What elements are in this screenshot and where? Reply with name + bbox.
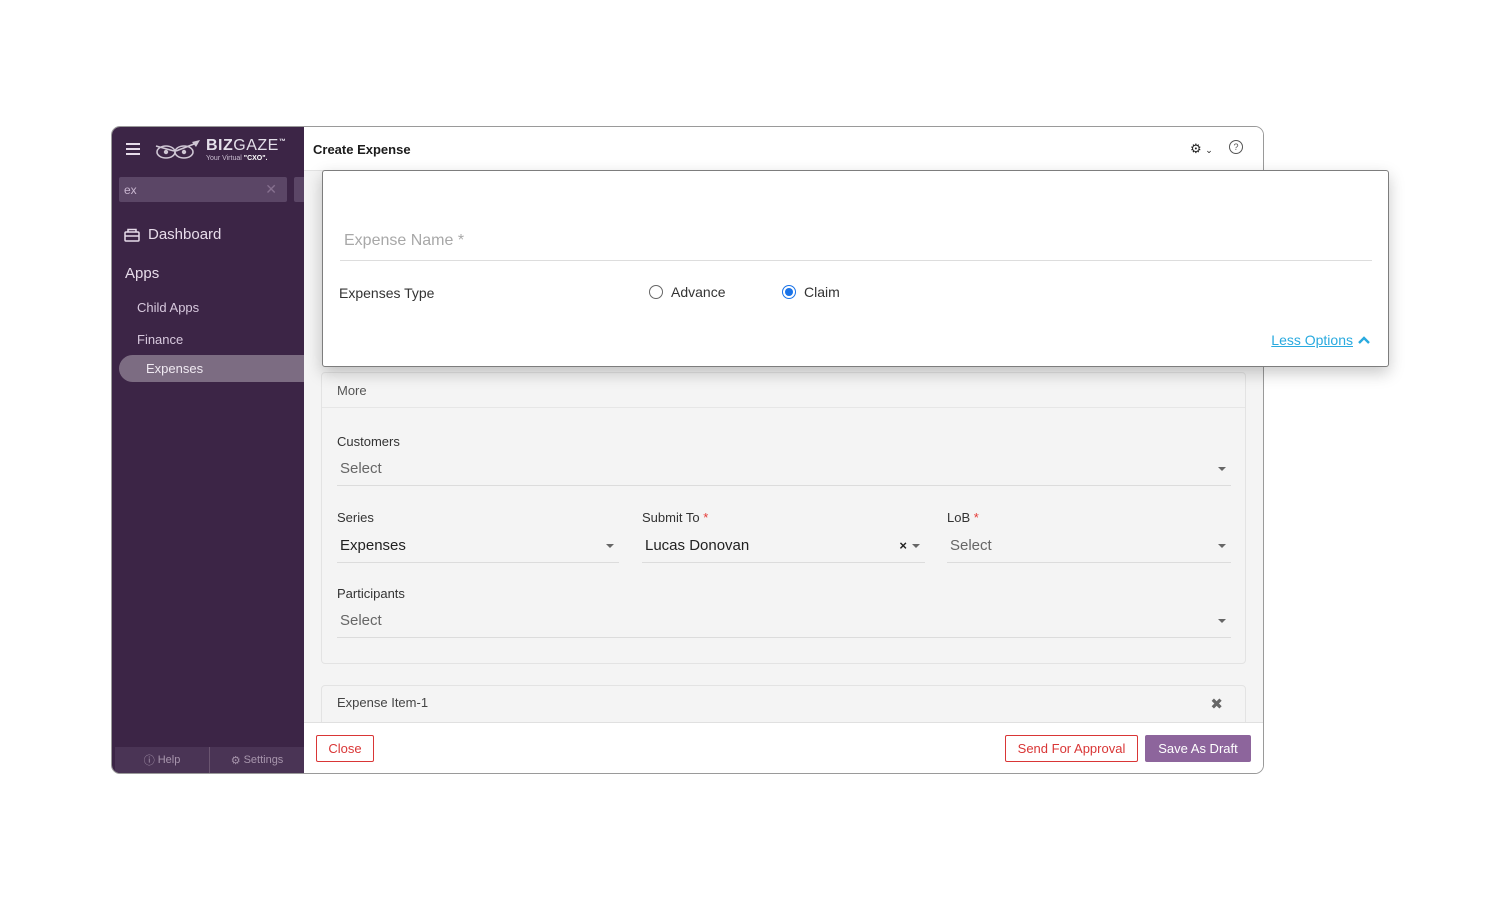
dropdown-caret-icon: [1218, 619, 1226, 623]
dropdown-caret-icon: [606, 544, 614, 548]
expense-name-field: [340, 223, 1372, 261]
sidebar-footer: ⓘ Help ⚙ Settings: [115, 747, 304, 773]
series-select[interactable]: Expenses: [337, 530, 619, 563]
save-as-draft-button[interactable]: Save As Draft: [1145, 735, 1251, 762]
help-label: Help: [157, 754, 181, 766]
more-section-heading: More: [322, 373, 1245, 408]
customers-placeholder: Select: [340, 460, 382, 477]
radio-claim[interactable]: Claim: [782, 284, 840, 300]
chevron-up-icon: [1358, 336, 1370, 344]
clear-selection-icon[interactable]: ×: [899, 530, 907, 561]
settings-label: Settings: [243, 754, 284, 766]
settings-gear-icon: ⚙: [230, 754, 241, 767]
sidebar-item-child-apps[interactable]: Child Apps: [137, 300, 199, 315]
expense-details-popup: Expenses Type Advance Claim Less Options: [322, 170, 1389, 367]
sidebar-search: ✕: [119, 177, 287, 202]
dropdown-caret-icon: [1218, 467, 1226, 471]
participants-label: Participants: [337, 586, 405, 601]
send-for-approval-button[interactable]: Send For Approval: [1005, 735, 1138, 762]
participants-placeholder: Select: [340, 612, 382, 629]
lob-select[interactable]: Select: [947, 530, 1231, 563]
nav-dashboard-label: Dashboard: [148, 226, 222, 243]
submit-to-label: Submit To *: [642, 510, 708, 525]
customers-label: Customers: [337, 434, 400, 449]
help-link[interactable]: ⓘ Help: [115, 747, 209, 773]
logo-brand-bold: BIZ: [206, 137, 234, 154]
expense-item-card: Expense Item-1 ✖: [321, 685, 1246, 725]
owl-logo-icon: [155, 140, 200, 159]
radio-advance-circle[interactable]: [649, 285, 663, 299]
less-options-link[interactable]: Less Options: [1271, 332, 1370, 348]
participants-select[interactable]: Select: [337, 605, 1231, 638]
nav-dashboard[interactable]: Dashboard: [124, 226, 221, 243]
less-options-label: Less Options: [1271, 332, 1353, 348]
settings-link[interactable]: ⚙ Settings: [209, 747, 304, 773]
submit-to-label-text: Submit To: [642, 510, 700, 525]
radio-advance[interactable]: Advance: [649, 284, 725, 300]
expenses-type-label: Expenses Type: [339, 285, 435, 301]
help-icon[interactable]: ?: [1229, 140, 1243, 154]
help-icon: ⓘ: [143, 755, 155, 767]
radio-advance-label: Advance: [671, 284, 726, 300]
lob-placeholder: Select: [950, 537, 992, 554]
required-marker: *: [973, 510, 979, 525]
dropdown-caret-icon: [912, 544, 920, 548]
chevron-down-icon: ⌄: [1205, 145, 1213, 155]
form-footer: Close Send For Approval Save As Draft: [304, 722, 1263, 773]
radio-claim-circle[interactable]: [782, 285, 796, 299]
sidebar: BIZGAZE™ Your Virtual "CXO". ✕ Dashboard…: [112, 127, 309, 773]
sidebar-header: BIZGAZE™ Your Virtual "CXO".: [112, 127, 304, 173]
more-section: More Customers Select Series Expenses Su…: [321, 372, 1246, 664]
dropdown-caret-icon: [1218, 544, 1226, 548]
menu-icon[interactable]: [126, 143, 140, 155]
remove-item-icon[interactable]: ✖: [1210, 695, 1223, 713]
lob-label-text: LoB: [947, 510, 971, 525]
gear-icon: ⚙: [1190, 141, 1202, 156]
sidebar-search-extra[interactable]: [294, 177, 304, 202]
customers-select[interactable]: Select: [337, 453, 1231, 486]
logo-tagline-bold: "CXO".: [243, 155, 268, 162]
expense-name-input[interactable]: [340, 223, 1372, 259]
close-icon[interactable]: ✕: [265, 181, 277, 198]
sidebar-item-expenses[interactable]: Expenses: [119, 355, 309, 382]
settings-dropdown[interactable]: ⚙ ⌄: [1190, 141, 1213, 157]
radio-claim-label: Claim: [804, 284, 840, 300]
lob-label: LoB *: [947, 510, 979, 525]
series-label: Series: [337, 510, 374, 525]
submit-to-select[interactable]: Lucas Donovan ×: [642, 530, 925, 563]
dashboard-icon: [124, 228, 140, 242]
required-marker: *: [703, 510, 709, 525]
close-button[interactable]: Close: [316, 735, 374, 762]
logo-tagline: Your Virtual: [206, 155, 244, 162]
logo-brand-thin: GAZE: [233, 137, 279, 154]
logo-trademark: ™: [278, 138, 287, 146]
sidebar-item-finance[interactable]: Finance: [137, 332, 183, 347]
nav-apps-heading: Apps: [125, 265, 160, 282]
sidebar-search-input[interactable]: [119, 177, 259, 202]
series-value: Expenses: [340, 537, 406, 554]
expense-item-title: Expense Item-1: [337, 695, 429, 710]
bizgaze-logo: BIZGAZE™ Your Virtual "CXO".: [154, 135, 286, 165]
main-header: Create Expense ⚙ ⌄ ?: [304, 127, 1263, 171]
page-title: Create Expense: [313, 142, 411, 157]
submit-to-value: Lucas Donovan: [645, 537, 750, 554]
